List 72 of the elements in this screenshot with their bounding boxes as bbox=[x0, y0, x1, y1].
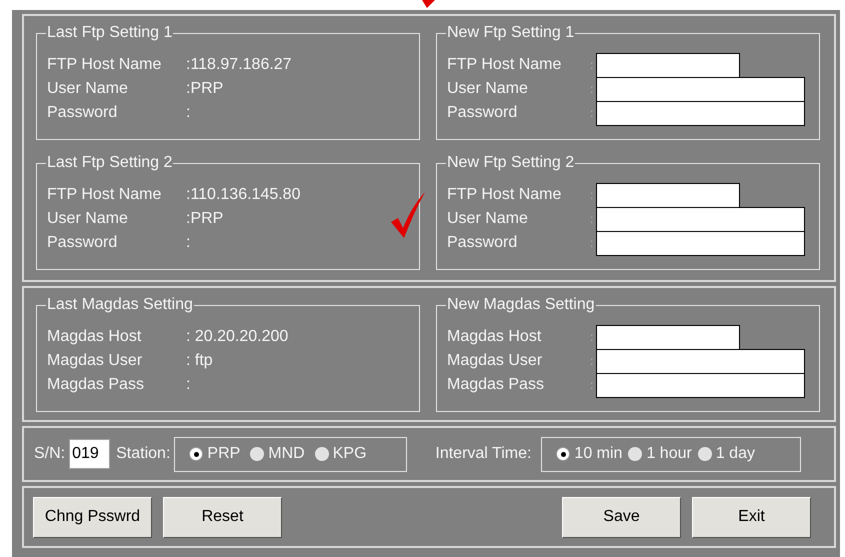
input-field[interactable] bbox=[596, 348, 805, 374]
group-title: New Ftp Setting 2 bbox=[446, 154, 576, 172]
radio-button[interactable] bbox=[314, 447, 329, 461]
radio-label: 10 min bbox=[574, 444, 622, 464]
input-field[interactable] bbox=[596, 324, 740, 350]
separator: : bbox=[590, 105, 594, 122]
separator: : bbox=[590, 211, 594, 228]
radio-button[interactable] bbox=[250, 447, 264, 461]
field-value: : bbox=[186, 103, 190, 123]
separator: : bbox=[590, 353, 594, 370]
field-value: : ftp bbox=[186, 351, 213, 371]
sn-field[interactable]: 019 bbox=[69, 439, 110, 469]
field-label: FTP Host Name bbox=[47, 185, 162, 205]
separator: : bbox=[590, 329, 594, 346]
separator: : bbox=[590, 235, 594, 252]
field-value: : 20.20.20.200 bbox=[186, 327, 288, 347]
field-value: :110.136.145.80 bbox=[186, 185, 300, 205]
radio-button[interactable] bbox=[698, 447, 712, 461]
push-button[interactable]: Reset bbox=[163, 496, 282, 538]
group-title: New Magdas Setting bbox=[446, 296, 596, 314]
field-value: : bbox=[186, 375, 190, 395]
group-title: Last Ftp Setting 2 bbox=[46, 154, 174, 172]
separator: : bbox=[590, 81, 594, 98]
input-field[interactable] bbox=[596, 76, 805, 102]
station-label: Station: bbox=[116, 444, 170, 464]
field-label: User Name bbox=[447, 209, 529, 229]
group-title: Last Ftp Setting 1 bbox=[46, 24, 174, 42]
field-value: :PRP bbox=[186, 209, 224, 229]
input-field[interactable] bbox=[596, 230, 805, 256]
field-label: FTP Host Name bbox=[447, 185, 562, 205]
field-label: User Name bbox=[47, 209, 129, 229]
field-label: Password bbox=[47, 233, 118, 253]
input-field[interactable] bbox=[596, 100, 805, 126]
sn-label: S/N: bbox=[34, 444, 66, 464]
field-label: Magdas Host bbox=[47, 327, 142, 347]
field-label: User Name bbox=[447, 79, 529, 99]
input-field[interactable] bbox=[596, 182, 740, 208]
field-value: :PRP bbox=[186, 79, 224, 99]
radio-label: 1 hour bbox=[646, 444, 692, 464]
field-label: Magdas User bbox=[47, 351, 144, 371]
field-label: Password bbox=[447, 103, 518, 123]
field-label: Magdas User bbox=[447, 351, 544, 371]
field-label: Magdas Pass bbox=[47, 375, 145, 395]
field-label: FTP Host Name bbox=[447, 55, 562, 75]
radio-button[interactable] bbox=[556, 447, 570, 461]
radio-label: MND bbox=[268, 444, 305, 464]
radio-button[interactable] bbox=[628, 447, 642, 461]
field-label: Password bbox=[447, 233, 518, 253]
push-button[interactable]: Save bbox=[562, 496, 681, 538]
push-button[interactable]: Exit bbox=[692, 496, 811, 538]
interval-label: Interval Time: bbox=[435, 444, 532, 464]
field-label: Magdas Pass bbox=[447, 375, 545, 395]
input-field[interactable] bbox=[596, 52, 740, 78]
separator: : bbox=[590, 377, 594, 394]
field-label: User Name bbox=[47, 79, 129, 99]
field-value: : bbox=[186, 233, 190, 253]
input-field[interactable] bbox=[596, 372, 805, 398]
radio-label: PRP bbox=[207, 444, 240, 464]
input-field[interactable] bbox=[596, 206, 805, 232]
radio-button[interactable] bbox=[189, 447, 204, 461]
radio-label: 1 day bbox=[716, 444, 755, 464]
field-label: FTP Host Name bbox=[47, 55, 162, 75]
radio-label: KPG bbox=[332, 444, 367, 464]
checkmark-icon bbox=[390, 190, 426, 240]
field-value: :118.97.186.27 bbox=[186, 55, 292, 75]
push-button[interactable]: Chng Psswrd bbox=[33, 496, 152, 538]
separator: : bbox=[590, 187, 594, 204]
group-title: Last Magdas Setting bbox=[46, 296, 194, 314]
group-title: New Ftp Setting 1 bbox=[446, 24, 576, 42]
separator: : bbox=[590, 57, 594, 74]
field-label: Password bbox=[47, 103, 118, 123]
field-label: Magdas Host bbox=[447, 327, 542, 347]
